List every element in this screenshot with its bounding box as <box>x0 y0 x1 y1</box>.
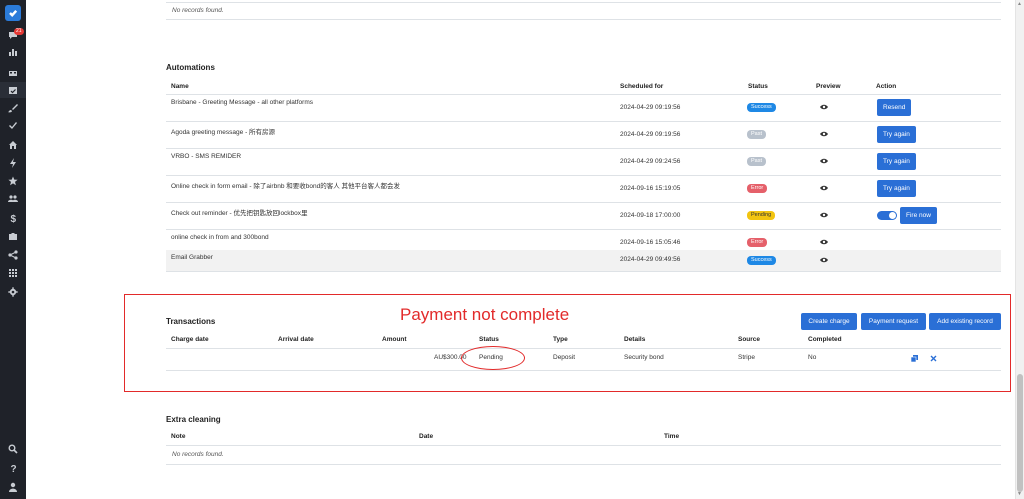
extra-cleaning-empty: No records found. <box>172 451 224 458</box>
status-badge: Past <box>747 130 767 139</box>
automations-title: Automations <box>166 63 215 72</box>
status-badge: Error <box>747 184 768 193</box>
scroll-up-icon[interactable]: ▲ <box>1016 1 1023 8</box>
gear-icon[interactable] <box>0 284 26 300</box>
fire-now-button[interactable]: Fire now <box>900 207 937 224</box>
calendar-check-icon[interactable] <box>0 82 26 98</box>
extra-cleaning-title: Extra cleaning <box>166 415 221 424</box>
status-badge: Pending <box>747 211 776 220</box>
top-empty-text: No records found. <box>172 7 224 14</box>
help-icon[interactable]: ? <box>0 460 26 476</box>
scroll-thumb[interactable] <box>1017 374 1023 492</box>
users-icon[interactable] <box>0 191 26 207</box>
check-logo-icon[interactable] <box>5 5 21 21</box>
star-icon[interactable] <box>0 173 26 189</box>
completed-value: No <box>808 354 817 361</box>
briefcase-icon[interactable] <box>0 228 26 244</box>
bolt-icon[interactable] <box>0 155 26 171</box>
home-icon[interactable] <box>0 137 26 153</box>
try-again-button[interactable]: Try again <box>877 126 916 143</box>
search-icon[interactable] <box>0 441 26 457</box>
status-badge: Success <box>747 256 776 265</box>
status-badge: Past <box>747 157 767 166</box>
col-scheduled: Scheduled for <box>620 83 664 90</box>
type-value: Deposit <box>553 354 576 361</box>
table-row: Agoda greeting message - 所有房源 2024-04-29… <box>166 122 1001 149</box>
scroll-down-icon[interactable]: ▼ <box>1016 491 1023 498</box>
table-row: AU$300.00 Pending Deposit Security bond … <box>166 350 1001 368</box>
divider <box>166 464 1001 465</box>
col-type: Type <box>553 336 568 343</box>
col-action: Action <box>876 83 897 90</box>
table-row: Online check in form email - 除了airbnb 和要… <box>166 176 1001 203</box>
brush-icon[interactable] <box>0 100 26 116</box>
eye-icon[interactable] <box>820 131 828 139</box>
col-status: Status <box>748 83 768 90</box>
close-icon[interactable] <box>930 355 937 364</box>
col-name: Name <box>171 83 189 90</box>
status-badge: Error <box>747 238 768 247</box>
col-date: Date <box>419 433 434 440</box>
col-time: Time <box>664 433 680 440</box>
checkmark-icon[interactable] <box>0 118 26 134</box>
automations-header-row: Name Scheduled for Status Preview Action <box>166 82 1001 95</box>
user-icon[interactable] <box>0 479 26 495</box>
svg-text:$: $ <box>11 214 17 223</box>
share-icon[interactable] <box>0 247 26 263</box>
col-preview: Preview <box>816 83 841 90</box>
status-badge: Success <box>747 103 776 112</box>
dollar-icon[interactable]: $ <box>0 210 26 226</box>
col-amount: Amount <box>382 336 407 343</box>
extra-cleaning-header-row: Note Date Time <box>166 431 1001 446</box>
eye-icon[interactable] <box>820 185 828 193</box>
notification-badge: 21 <box>14 28 24 35</box>
bar-chart-icon[interactable] <box>0 44 26 60</box>
add-existing-record-button[interactable]: Add existing record <box>929 313 1001 330</box>
table-row: Email Grabber 2024-04-29 09:49:56 Succes… <box>166 250 1001 272</box>
eye-icon[interactable] <box>820 158 828 166</box>
payment-request-button[interactable]: Payment request <box>861 313 926 330</box>
try-again-button[interactable]: Try again <box>877 153 916 170</box>
eye-icon[interactable] <box>820 104 828 112</box>
sidebar: 21 $ ? <box>0 0 26 499</box>
source-value: Stripe <box>738 354 755 361</box>
table-row: VRBO - SMS REMIDER 2024-04-29 09:24:56 P… <box>166 149 1001 176</box>
table-row: Brisbane - Greeting Message - all other … <box>166 95 1001 122</box>
col-source: Source <box>738 336 761 343</box>
scrollbar[interactable]: ▲ ▼ <box>1015 0 1024 499</box>
col-arrival-date: Arrival date <box>278 336 314 343</box>
col-status: Status <box>479 336 499 343</box>
eye-icon[interactable] <box>820 257 828 265</box>
col-charge-date: Charge date <box>171 336 209 343</box>
details-value: Security bond <box>624 354 664 361</box>
svg-text:?: ? <box>11 464 17 473</box>
grid-icon[interactable] <box>0 265 26 281</box>
eye-icon[interactable] <box>820 212 828 220</box>
annotation-circle <box>461 346 525 370</box>
table-row: Check out reminder - 优先把钥匙放回lockbox里 202… <box>166 203 1001 230</box>
calendar-icon[interactable] <box>0 64 26 80</box>
resend-button[interactable]: Resend <box>877 99 912 116</box>
eye-icon[interactable] <box>820 239 828 247</box>
col-completed: Completed <box>808 336 842 343</box>
divider <box>166 370 1001 371</box>
try-again-button[interactable]: Try again <box>877 180 916 197</box>
create-charge-button[interactable]: Create charge <box>801 313 857 330</box>
copy-icon[interactable] <box>910 355 918 364</box>
col-details: Details <box>624 336 646 343</box>
toggle-switch[interactable] <box>877 211 897 220</box>
transactions-header-row: Charge date Arrival date Amount Status T… <box>166 334 1001 349</box>
divider <box>166 19 1001 20</box>
col-note: Note <box>171 433 186 440</box>
divider <box>166 2 1001 3</box>
